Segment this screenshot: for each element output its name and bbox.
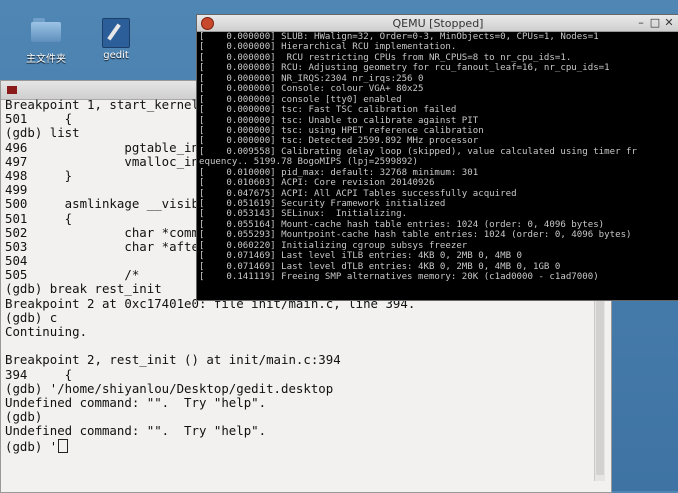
maximize-button[interactable]: □ <box>649 16 661 29</box>
minimize-button[interactable]: – <box>635 16 647 29</box>
terminal-line: Undefined command: "". Try "help". <box>5 423 267 439</box>
qemu-console-line: [ 0.000000] RCU: Adjusting geometry for … <box>199 63 610 74</box>
qemu-window[interactable]: QEMU [Stopped] – □ ✕ [ 0.000000] SLUB: H… <box>196 14 678 301</box>
qemu-console-line: [ 0.051619] Security Framework initializ… <box>199 199 446 209</box>
qemu-console-line: equency.. 5199.78 BogoMIPS (lpj=2599892) <box>199 157 418 168</box>
gedit-icon <box>101 18 131 48</box>
terminal-cursor <box>58 438 69 453</box>
terminal-line: Continuing. <box>5 324 88 339</box>
qemu-console-line: [ 0.000000] tsc: Unable to calibrate aga… <box>199 115 479 126</box>
terminal-line: (gdb) <box>5 409 43 425</box>
terminal-app-icon <box>7 86 17 94</box>
terminal-line: 394 { <box>5 366 73 382</box>
home-folder-desktop-icon[interactable]: 主文件夹 <box>16 18 76 65</box>
qemu-console-line: [ 0.000000] RCU restricting CPUs from NR… <box>199 52 572 63</box>
qemu-console-line: [ 0.071469] Last level dTLB entries: 4KB… <box>199 261 561 272</box>
gedit-label: gedit <box>103 50 129 61</box>
home-folder-label: 主文件夹 <box>26 54 66 65</box>
qemu-console-line: [ 0.071469] Last level iTLB entries: 4KB… <box>199 251 523 262</box>
close-button[interactable]: ✕ <box>663 16 675 29</box>
qemu-console-line: [ 0.000000] console [tty0] enabled <box>199 94 402 105</box>
qemu-console-line: [ 0.000000] SLUB: HWalign=32, Order=0-3,… <box>199 32 599 42</box>
qemu-titlebar[interactable]: QEMU [Stopped] – □ ✕ <box>197 15 678 32</box>
qemu-console-line: [ 0.000000] tsc: using HPET reference ca… <box>199 125 484 136</box>
qemu-console-line: [ 0.000000] Console: colour VGA+ 80x25 <box>199 84 424 95</box>
terminal-line: (gdb) '/home/shiyanlou/Desktop/gedit.des… <box>5 380 334 396</box>
qemu-console-output[interactable]: [ 0.000000] SLUB: HWalign=32, Order=0-3,… <box>199 32 677 283</box>
qemu-console-line: [ 0.010603] ACPI: Core revision 20140926 <box>199 178 435 189</box>
qemu-console-line: [ 0.055293] Mountpoint-cache hash table … <box>199 230 632 241</box>
terminal-line: (gdb) c <box>5 309 58 325</box>
qemu-console-line: [ 0.000000] tsc: Detected 2599.892 MHz p… <box>199 136 479 147</box>
qemu-console-line: [ 0.010000] pid_max: default: 32768 mini… <box>199 167 479 178</box>
qemu-console-line: [ 0.055164] Mount-cache hash table entri… <box>199 219 605 230</box>
gedit-desktop-icon[interactable]: gedit <box>86 18 146 61</box>
qemu-console-line: [ 0.000000] NR_IRQS:2304 nr_irqs:256 0 <box>199 73 424 84</box>
qemu-console-line: [ 0.000000] Hierarchical RCU implementat… <box>199 42 457 53</box>
qemu-console-line: [ 0.053143] SELinux: Initializing. <box>199 209 408 220</box>
terminal-line: Undefined command: "". Try "help". <box>5 394 267 410</box>
folder-icon <box>31 18 61 46</box>
qemu-console-line: [ 0.141119] Freeing SMP alternatives mem… <box>199 272 599 283</box>
terminal-line: Breakpoint 2, rest_init () at init/main.… <box>5 352 341 368</box>
qemu-title: QEMU [Stopped] <box>392 17 484 30</box>
qemu-console-line: [ 0.000000] tsc: Fast TSC calibration fa… <box>199 105 457 116</box>
qemu-console-line: [ 0.047675] ACPI: All ACPI Tables succes… <box>199 188 517 199</box>
terminal-line: (gdb) ' <box>5 438 590 453</box>
qemu-console-line: [ 0.060220] Initializing cgroup subsys f… <box>199 240 468 251</box>
qemu-console-line: [ 0.009558] Calibrating delay loop (skip… <box>199 146 637 157</box>
